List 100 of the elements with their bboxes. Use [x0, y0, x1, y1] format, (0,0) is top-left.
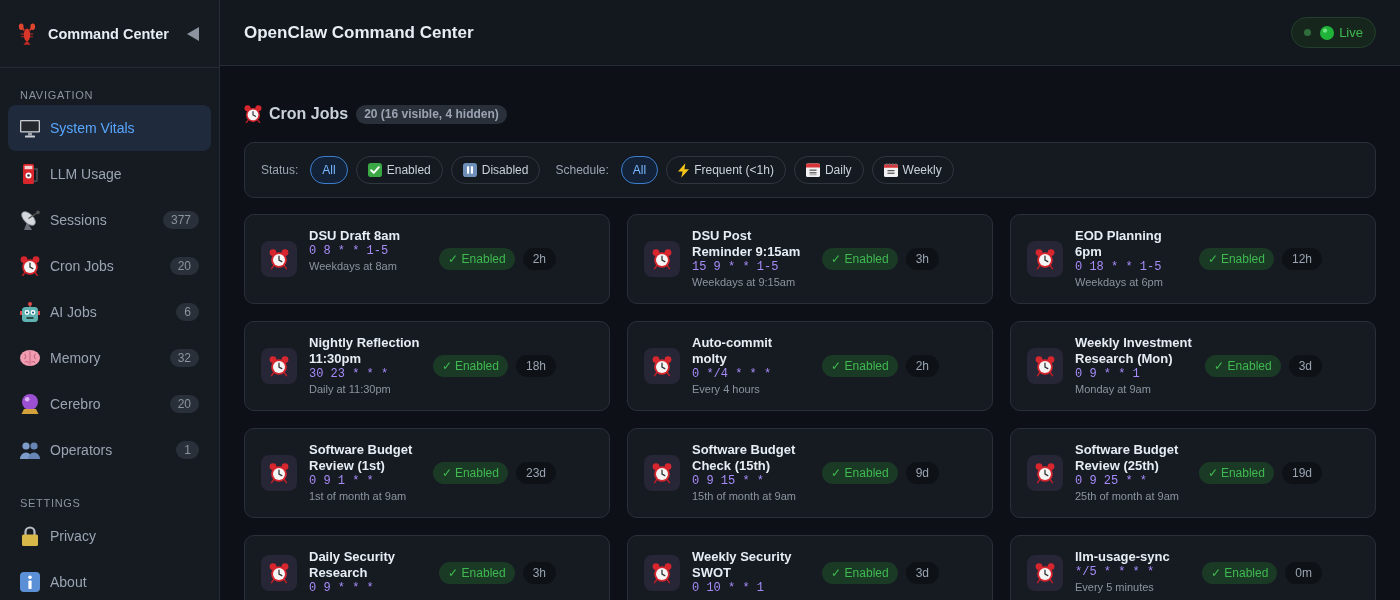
- section-heading: NAVIGATION: [19, 88, 95, 102]
- count-badge: 6: [176, 303, 199, 321]
- monitor-icon: [20, 118, 40, 138]
- lobster-icon: [18, 22, 36, 45]
- schedule-description: Weekdays at 8am: [309, 259, 398, 274]
- page-title: OpenClaw Command Center: [244, 22, 475, 43]
- cron-expression: 0 9 15 * *: [692, 474, 765, 489]
- collapse-button[interactable]: [187, 26, 199, 41]
- people-icon: [20, 441, 40, 459]
- count-badge: 377: [162, 211, 199, 229]
- schedule-description: Monday at 9am: [1075, 382, 1152, 397]
- cron-expression: 0 8 * * 1-5: [309, 244, 390, 259]
- caret-left-icon: [187, 26, 199, 41]
- nav-item[interactable]: Cerebro 20: [8, 381, 211, 427]
- schedule-description: Daily at 11:30pm: [309, 382, 392, 397]
- alarm-clock-icon: [244, 105, 262, 123]
- nav-item[interactable]: Operators 1: [8, 427, 211, 473]
- duration-badge: 23d: [515, 462, 556, 484]
- lightning-icon: [678, 162, 690, 178]
- job-name: Daily Security Research: [309, 549, 396, 581]
- brain-icon: [20, 350, 40, 366]
- alarm-clock-icon: [20, 256, 40, 276]
- spiral-calendar-icon: [883, 163, 898, 177]
- status-badge: ✓ Enabled: [1198, 248, 1274, 270]
- status-badge: ✓ Enabled: [822, 462, 898, 484]
- padlock-icon: [22, 526, 38, 546]
- cron-expression: 0 10 * * 1: [692, 581, 765, 596]
- calendar-icon: [805, 163, 820, 177]
- live-status: Live: [1291, 17, 1376, 48]
- cron-expression: 0 9 * * *: [309, 581, 375, 596]
- alarm-clock-icon: [644, 455, 680, 491]
- nav-item[interactable]: Privacy: [8, 513, 211, 559]
- duration-badge: 19d: [1281, 462, 1322, 484]
- alarm-clock-icon: [261, 554, 297, 591]
- nav-item[interactable]: About: [8, 559, 211, 600]
- job-name: EOD Planning 6pm: [1075, 228, 1163, 260]
- nav-item[interactable]: Cron Jobs 20: [8, 243, 211, 289]
- duration-badge: 2h: [905, 355, 939, 377]
- section-title: Cron Jobs: [269, 105, 349, 123]
- nav-item[interactable]: Memory 32: [8, 335, 211, 381]
- schedule-description: Every 4 hours: [692, 382, 761, 397]
- status-dot-icon: [1304, 29, 1312, 36]
- alarm-clock-icon: [644, 241, 680, 277]
- section-heading: SETTINGS: [19, 496, 82, 510]
- status-badge: ✓ Enabled: [439, 248, 515, 270]
- schedule-description: Weekdays at 9:15am: [692, 275, 797, 290]
- alarm-clock-icon: [261, 348, 297, 384]
- nav-item[interactable]: AI Jobs 6: [8, 289, 211, 335]
- count-badge: 20: [169, 395, 199, 413]
- filter-label: Status:: [261, 163, 299, 177]
- duration-badge: 3h: [905, 248, 939, 270]
- filter-label: Schedule:: [555, 163, 609, 177]
- schedule-description: Every 5 minutes: [1075, 580, 1155, 595]
- alarm-clock-icon: [261, 241, 297, 277]
- filter-chip[interactable]: All: [620, 156, 659, 184]
- alarm-clock-icon: [644, 348, 680, 384]
- schedule-description: 25th of month at 9am: [1075, 489, 1180, 504]
- nav-item[interactable]: LLM Usage: [8, 151, 211, 197]
- job-name: Nightly Reflection 11:30pm: [309, 335, 421, 367]
- duration-badge: 3d: [1288, 355, 1322, 377]
- job-name: Software Budget Check (15th): [692, 442, 797, 474]
- duration-badge: 3d: [905, 561, 939, 584]
- job-name: DSU Draft 8am: [309, 228, 402, 244]
- app-title: Command Center: [48, 25, 170, 42]
- filter-chip[interactable]: All: [310, 156, 348, 184]
- count-badge: 32: [169, 349, 199, 367]
- duration-badge: 2h: [522, 248, 556, 270]
- cron-expression: */5 * * * *: [1075, 565, 1156, 580]
- schedule-description: Weekdays at 6pm: [1075, 275, 1164, 290]
- duration-badge: 18h: [515, 355, 556, 377]
- duration-badge: 0m: [1285, 561, 1322, 584]
- job-name: Software Budget Review (1st): [309, 442, 414, 474]
- cron-expression: 0 18 * * 1-5: [1075, 260, 1163, 275]
- status-badge: ✓ Enabled: [439, 561, 515, 584]
- status-badge: ✓ Enabled: [822, 561, 898, 584]
- job-name: llm-usage-sync: [1075, 549, 1171, 565]
- alarm-clock-icon: [261, 455, 297, 491]
- cron-expression: 0 */4 * * *: [692, 367, 773, 382]
- nav-item[interactable]: System Vitals: [8, 105, 211, 151]
- duration-badge: 3h: [522, 561, 556, 584]
- duration-badge: 9d: [905, 462, 939, 484]
- status-badge: ✓ Enabled: [432, 462, 508, 484]
- check-icon: [367, 163, 382, 177]
- schedule-description: 1st of month at 9am: [309, 489, 408, 504]
- job-name: Auto-commit molty: [692, 335, 774, 367]
- cron-expression: 0 9 * * 1: [1075, 367, 1141, 382]
- status-badge: ✓ Enabled: [432, 355, 508, 377]
- cron-expression: 30 23 * * *: [309, 367, 390, 382]
- cron-expression: 0 9 1 * *: [309, 474, 375, 489]
- alarm-clock-icon: [1027, 455, 1063, 491]
- alarm-clock-icon: [1027, 241, 1063, 277]
- duration-badge: 12h: [1281, 248, 1322, 270]
- satellite-dish-icon: [20, 210, 40, 230]
- job-name: DSU Post Reminder 9:15am: [692, 228, 802, 260]
- robot-icon: [20, 302, 40, 322]
- job-count-badge: 20 (16 visible, 4 hidden): [356, 104, 507, 124]
- fuel-pump-icon: [20, 164, 40, 184]
- schedule-description: 15th of month at 9am: [692, 489, 797, 504]
- status-badge: ✓ Enabled: [822, 355, 898, 377]
- nav-item[interactable]: Sessions 377: [8, 197, 211, 243]
